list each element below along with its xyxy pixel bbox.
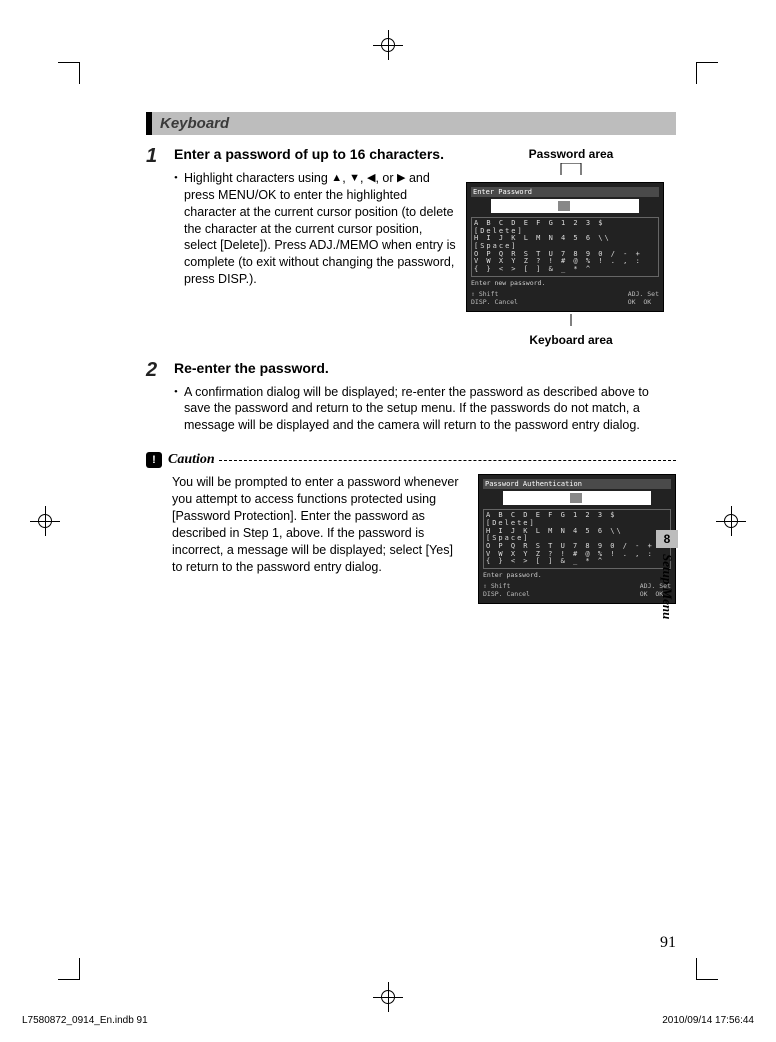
registration-mark xyxy=(373,30,403,60)
caution-text: You will be prompted to enter a password… xyxy=(172,474,464,604)
figure-label-top: Password area xyxy=(466,147,676,161)
step-bullet: A confirmation dialog will be displayed;… xyxy=(184,384,676,435)
leader-line-icon xyxy=(551,163,591,177)
figure-label-bottom: Keyboard area xyxy=(466,333,676,347)
caution-icon: ! xyxy=(146,452,162,468)
step-number: 1 xyxy=(146,145,174,288)
kb-row: A B C D E F G 1 2 3 $ [Delete] xyxy=(474,220,656,235)
password-field xyxy=(491,199,639,213)
step-title: Enter a password of up to 16 characters. xyxy=(174,145,456,164)
registration-mark xyxy=(716,506,746,536)
bullet-icon: • xyxy=(174,170,184,288)
chapter-tab: 8 Setup Menu xyxy=(656,530,678,619)
figure-auth-screen: Password Authentication A B C D E F G 1 … xyxy=(478,474,676,604)
step-bullet: Highlight characters using ▲, ▼, ◀, or ▶… xyxy=(184,170,456,288)
arrow-down-icon: ▼ xyxy=(349,173,360,184)
kb-row: A B C D E F G 1 2 3 $ [Delete] xyxy=(486,512,668,527)
camera-screen: Password Authentication A B C D E F G 1 … xyxy=(478,474,676,604)
camera-screen: Enter Password A B C D E F G 1 2 3 $ [De… xyxy=(466,182,664,312)
page-content: Keyboard 1 Enter a password of up to 16 … xyxy=(100,86,676,956)
bullet-text-pre: Highlight characters using xyxy=(184,171,331,185)
onscreen-keyboard: A B C D E F G 1 2 3 $ [Delete] H I J K L… xyxy=(471,217,659,277)
screen-prompt: Enter new password. xyxy=(471,279,659,287)
bullet-icon: • xyxy=(174,384,184,435)
password-field xyxy=(503,491,651,505)
chapter-number: 8 xyxy=(656,530,678,548)
registration-mark xyxy=(373,982,403,1012)
arrow-left-icon: ◀ xyxy=(367,173,375,184)
section-heading: Keyboard xyxy=(146,112,676,135)
divider xyxy=(219,460,676,461)
screen-title: Enter Password xyxy=(471,187,659,197)
screen-title: Password Authentication xyxy=(483,479,671,489)
caution-label: Caution xyxy=(168,452,215,468)
bullet-text-post: and press MENU/OK to enter the highlight… xyxy=(184,171,456,286)
figure-password-screen: Password area Enter Password A B C D E F… xyxy=(466,145,676,349)
arrow-up-icon: ▲ xyxy=(331,173,342,184)
screen-foot-left: ⇧ Shift DISP. Cancel xyxy=(471,290,518,307)
footer-timestamp: 2010/09/14 17:56:44 xyxy=(662,1015,754,1026)
onscreen-keyboard: A B C D E F G 1 2 3 $ [Delete] H I J K L… xyxy=(483,509,671,569)
leader-line-icon xyxy=(551,312,591,326)
chapter-label: Setup Menu xyxy=(659,554,675,619)
registration-mark xyxy=(30,506,60,536)
kb-row: H I J K L M N 4 5 6 \\ [Space] xyxy=(474,235,656,250)
footer-filename: L7580872_0914_En.indb 91 xyxy=(22,1015,148,1026)
kb-row: { } < > [ ] & _ * ^ xyxy=(474,266,656,274)
step-number: 2 xyxy=(146,359,174,435)
screen-prompt: Enter password. xyxy=(483,571,671,579)
screen-foot-right: ADJ. Set OK OK xyxy=(628,290,659,307)
screen-foot-left: ⇧ Shift DISP. Cancel xyxy=(483,582,530,599)
kb-row: H I J K L M N 4 5 6 \\ [Space] xyxy=(486,528,668,543)
page-number: 91 xyxy=(660,934,676,952)
kb-row: { } < > [ ] & _ * ^ xyxy=(486,558,668,566)
step-title: Re-enter the password. xyxy=(174,359,676,378)
